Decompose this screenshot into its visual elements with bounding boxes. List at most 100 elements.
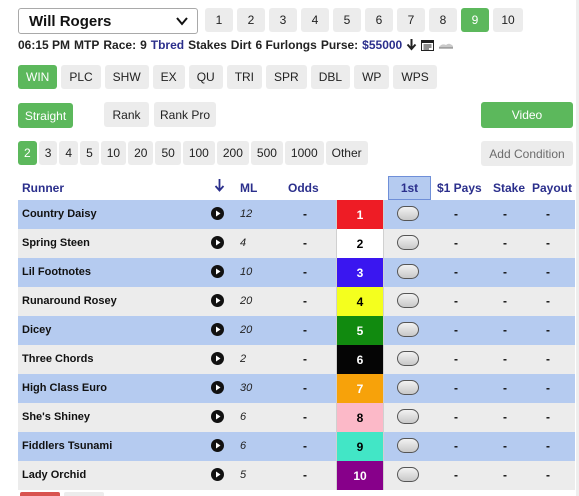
select-first-toggle[interactable] (397, 206, 419, 221)
program-number: 7 (336, 374, 384, 403)
program-number: 1 (336, 200, 384, 229)
select-first-toggle[interactable] (397, 409, 419, 424)
bet-type-tri[interactable]: TRI (226, 65, 263, 89)
amount-2[interactable]: 2 (18, 141, 37, 165)
header-first[interactable]: 1st (388, 176, 431, 200)
table-row: Lady Orchid 5 - 10 - - - (18, 461, 575, 490)
race-tab-2[interactable]: 2 (237, 8, 265, 32)
runners-table: Runner ML Odds 1st $1 Pays Stake Payout … (18, 176, 575, 490)
runner-name[interactable]: Lil Footnotes (22, 266, 91, 278)
rank-pro-button[interactable]: Rank Pro (154, 102, 216, 127)
amount-10[interactable]: 10 (100, 141, 127, 165)
chevron-down-icon (176, 17, 188, 26)
header-runner[interactable]: Runner (22, 181, 64, 195)
amount-5[interactable]: 5 (80, 141, 99, 165)
header-stake: Stake (493, 181, 526, 195)
play-icon[interactable] (211, 207, 224, 220)
morning-line: 12 (240, 208, 253, 220)
bet-type-plc[interactable]: PLC (61, 65, 101, 89)
select-first-toggle[interactable] (397, 467, 419, 482)
pays-value: - (454, 294, 458, 308)
stake-value: - (503, 439, 507, 453)
amount-500[interactable]: 500 (250, 141, 283, 165)
video-button[interactable]: Video (481, 102, 573, 128)
payout-value: - (546, 352, 550, 366)
bet-type-dbl[interactable]: DBL (310, 65, 351, 89)
runner-name[interactable]: High Class Euro (22, 382, 107, 394)
add-condition-button[interactable]: Add Condition (481, 141, 573, 166)
race-tab-8[interactable]: 8 (429, 8, 457, 32)
amount-3[interactable]: 3 (38, 141, 58, 165)
pays-value: - (454, 381, 458, 395)
bet-type-wp[interactable]: WP (354, 65, 390, 89)
select-first-toggle[interactable] (397, 264, 419, 279)
header-odds[interactable]: Odds (288, 181, 319, 195)
play-icon[interactable] (211, 265, 224, 278)
play-icon[interactable] (211, 323, 224, 336)
race-tab-9[interactable]: 9 (461, 8, 489, 32)
stake-value: - (503, 410, 507, 424)
bet-type-shw[interactable]: SHW (104, 65, 149, 89)
runner-name[interactable]: Country Daisy (22, 208, 97, 220)
runner-name[interactable]: Lady Orchid (22, 469, 86, 481)
rank-button[interactable]: Rank (104, 102, 149, 127)
play-icon[interactable] (211, 381, 224, 394)
play-icon[interactable] (211, 352, 224, 365)
race-tab-5[interactable]: 5 (333, 8, 361, 32)
select-first-toggle[interactable] (397, 351, 419, 366)
amount-other[interactable]: Other (325, 141, 368, 165)
play-icon[interactable] (211, 236, 224, 249)
pays-value: - (454, 439, 458, 453)
race-tab-7[interactable]: 7 (397, 8, 425, 32)
straight-button[interactable]: Straight (18, 103, 73, 128)
track-select[interactable]: Will Rogers (18, 8, 198, 34)
bet-type-wps[interactable]: WPS (393, 65, 437, 89)
download-icon[interactable] (406, 39, 417, 51)
footer-button-partial[interactable] (20, 492, 60, 496)
race-tab-4[interactable]: 4 (301, 8, 329, 32)
select-first-toggle[interactable] (397, 380, 419, 395)
runner-name[interactable]: Three Chords (22, 353, 94, 365)
race-tab-1[interactable]: 1 (205, 8, 233, 32)
runner-name[interactable]: Dicey (22, 324, 51, 336)
stake-value: - (503, 323, 507, 337)
morning-line: 6 (240, 440, 247, 452)
select-first-toggle[interactable] (397, 438, 419, 453)
select-first-toggle[interactable] (397, 293, 419, 308)
play-icon[interactable] (211, 410, 224, 423)
bet-type-win[interactable]: WIN (18, 65, 58, 89)
bet-type-ex[interactable]: EX (152, 65, 185, 89)
runner-name[interactable]: Runaround Rosey (22, 295, 117, 307)
odds-value: - (303, 439, 307, 453)
payout-value: - (546, 410, 550, 424)
amount-200[interactable]: 200 (216, 141, 249, 165)
amount-4[interactable]: 4 (59, 141, 79, 165)
payout-value: - (546, 439, 550, 453)
header-ml[interactable]: ML (240, 181, 257, 195)
play-icon[interactable] (211, 468, 224, 481)
amount-20[interactable]: 20 (128, 141, 154, 165)
play-icon[interactable] (211, 439, 224, 452)
amount-100[interactable]: 100 (182, 141, 215, 165)
select-first-toggle[interactable] (397, 322, 419, 337)
runner-name[interactable]: Spring Steen (22, 237, 90, 249)
race-tab-3[interactable]: 3 (269, 8, 297, 32)
payout-value: - (546, 265, 550, 279)
bet-type-qu[interactable]: QU (188, 65, 223, 89)
race-tab-6[interactable]: 6 (365, 8, 393, 32)
bet-type-tabs: WIN PLC SHW EX QU TRI SPR DBL WP WPS (18, 65, 437, 89)
arrow-down-icon[interactable] (214, 179, 225, 195)
runner-name[interactable]: She's Shiney (22, 411, 90, 423)
runner-name[interactable]: Fiddlers Tsunami (22, 440, 112, 452)
footer-button-partial-2[interactable] (64, 492, 104, 496)
table-row: Spring Steen 4 - 2 - - - (18, 229, 575, 258)
program-icon[interactable] (421, 39, 435, 51)
bet-type-spr[interactable]: SPR (266, 65, 307, 89)
play-icon[interactable] (211, 294, 224, 307)
select-first-toggle[interactable] (397, 235, 419, 250)
amount-1000[interactable]: 1000 (284, 141, 324, 165)
stake-value: - (503, 468, 507, 482)
amount-50[interactable]: 50 (155, 141, 181, 165)
race-tab-10[interactable]: 10 (493, 8, 523, 32)
header-payout: Payout (532, 181, 573, 195)
